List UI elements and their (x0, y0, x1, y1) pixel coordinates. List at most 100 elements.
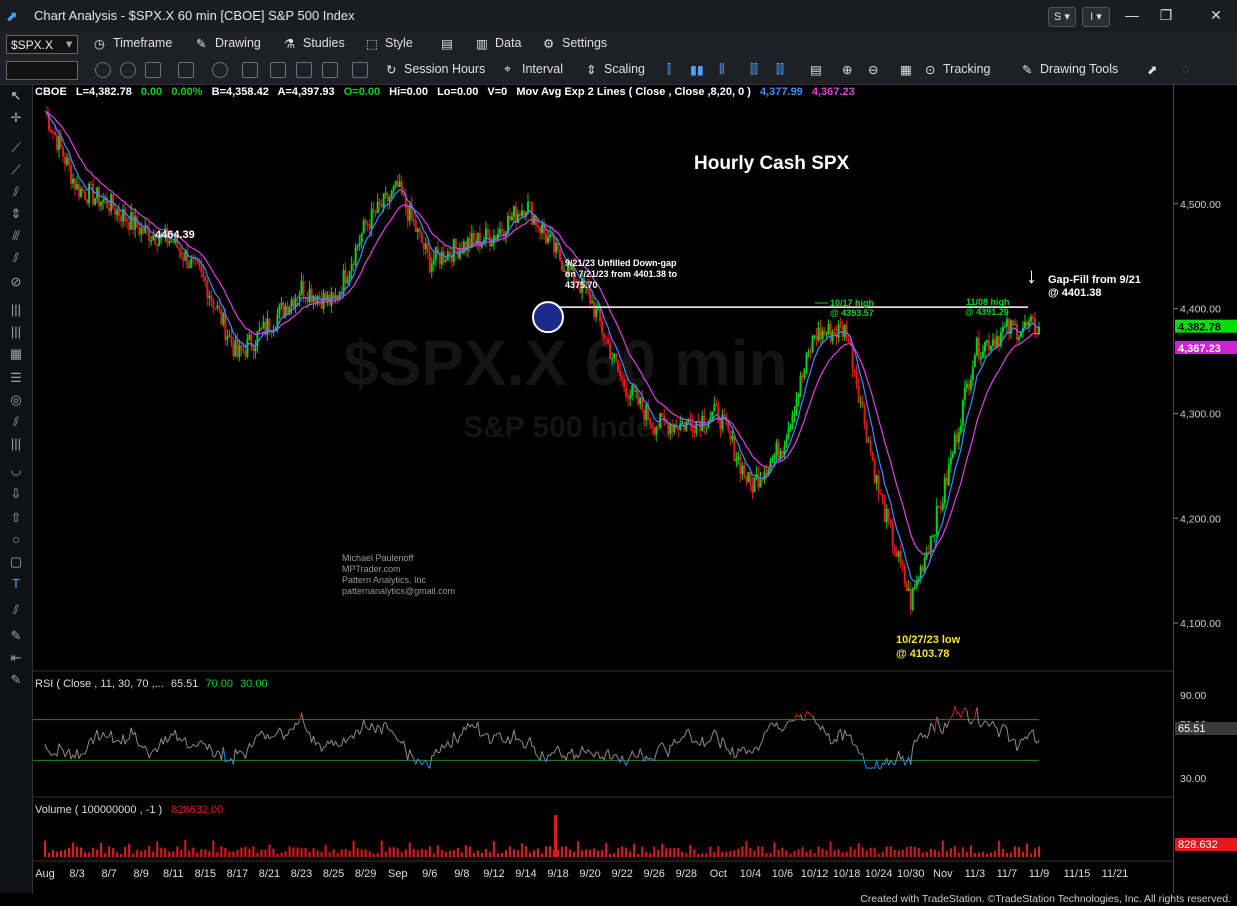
interval-icon[interactable]: ⌖ (504, 62, 511, 77)
candle-body (184, 251, 187, 261)
panel-icon[interactable]: ▤ (810, 62, 822, 77)
trendline-icon[interactable]: ⟋ (8, 141, 24, 155)
candle-body (132, 212, 135, 230)
candle-body (729, 430, 732, 440)
eraser-icon[interactable]: ✎ (8, 629, 24, 643)
minimize-icon[interactable]: — (1122, 5, 1142, 25)
rsi-segment (311, 735, 315, 743)
scaling-menu[interactable]: Scaling (604, 62, 645, 76)
target-icon[interactable]: ◎ (8, 393, 24, 407)
data-menu[interactable]: Data (495, 36, 521, 50)
print-icon[interactable] (296, 62, 312, 78)
gann-fan-icon[interactable]: ⫻ (8, 229, 24, 243)
drawing-icon[interactable]: ✎ (196, 36, 206, 51)
refresh-icon[interactable] (95, 62, 111, 78)
session-hours-menu[interactable]: Session Hours (404, 62, 485, 76)
window-icon[interactable] (145, 62, 161, 78)
freehand-icon[interactable]: ⫽ (8, 603, 24, 617)
style-icon[interactable]: ⬚ (366, 36, 378, 51)
andrews-pitchfork-icon[interactable]: ⫽ (8, 251, 24, 265)
rsi-segment (972, 716, 976, 722)
horizontal-lines-icon[interactable]: ☰ (8, 371, 24, 385)
scaling-icon[interactable]: ⇕ (586, 62, 596, 77)
candle-body (887, 508, 890, 520)
arc-icon[interactable]: ◡ (8, 463, 24, 477)
rsi-segment (377, 724, 380, 728)
drawing-tools-menu[interactable]: Drawing Tools (1040, 62, 1118, 76)
gap-circle-marker[interactable] (532, 301, 564, 334)
alert-icon[interactable] (270, 62, 286, 78)
style-menu[interactable]: Style (385, 36, 413, 50)
rsi-segment (190, 743, 194, 748)
regression-icon[interactable]: ⊘ (8, 275, 24, 289)
calendar-icon[interactable] (352, 62, 368, 78)
export-icon[interactable] (322, 62, 338, 78)
rsi-segment (136, 742, 140, 747)
candle-body (861, 401, 864, 406)
workspace-select[interactable] (6, 61, 78, 80)
restore-icon[interactable]: ❐ (1156, 5, 1176, 25)
interval-menu[interactable]: Interval (522, 62, 563, 76)
speed-line-icon[interactable]: ⇕ (8, 207, 24, 221)
candle-body (192, 258, 195, 260)
candle-body (64, 156, 67, 165)
rsi-segment (275, 732, 278, 736)
layout-icon[interactable]: ▤ (441, 36, 453, 51)
s-menu-button[interactable]: S ▾ (1048, 7, 1076, 27)
arrow-up-icon[interactable]: ⇧ (8, 511, 24, 525)
gear-icon[interactable]: ⚙ (543, 36, 554, 51)
grid-icon[interactable]: ▦ (900, 62, 912, 77)
data-icon[interactable]: ▥ (476, 36, 488, 51)
chart-pane[interactable]: $SPX.X 60 min S&P 500 Index CBOE L=4,382… (33, 85, 1173, 893)
edit-icon[interactable]: ✎ (8, 673, 24, 687)
studies-icon[interactable]: ⚗ (284, 36, 295, 51)
timeframe-menu[interactable]: Timeframe (113, 36, 172, 50)
rectangle-icon[interactable]: ▢ (8, 555, 24, 569)
zoom-out-bars-icon[interactable]: ⫿⫿ (776, 62, 784, 77)
tracking-menu[interactable]: Tracking (943, 62, 990, 76)
grid-tool-icon[interactable]: ▦ (8, 347, 24, 361)
tracking-icon[interactable]: ⊙ (925, 62, 935, 77)
pointer-icon[interactable]: ↖ (8, 89, 24, 103)
symbol-dropdown-icon[interactable]: ▾ (66, 36, 72, 51)
session-hours-icon[interactable]: ↻ (386, 62, 396, 77)
collapse-icon[interactable]: ⇤ (8, 651, 24, 665)
channel-icon[interactable]: ⫽ (8, 185, 24, 199)
crosshair-icon[interactable]: ✛ (8, 111, 24, 125)
line-type-icon[interactable]: ⫼ (719, 62, 725, 77)
rsi-segment (818, 724, 822, 731)
arrow-down-icon[interactable]: ⇩ (8, 487, 24, 501)
zoom-window-icon[interactable] (178, 62, 194, 78)
ellipse-icon[interactable]: ○ (8, 533, 24, 547)
link-icon[interactable] (212, 62, 228, 78)
fibonacci-icon[interactable]: ⟋ (8, 163, 24, 177)
fib-time-icon[interactable]: ||| (8, 325, 24, 339)
drawing-menu[interactable]: Drawing (215, 36, 261, 50)
settings-menu[interactable]: Settings (562, 36, 607, 50)
camera-icon[interactable] (242, 62, 258, 78)
candle-body (498, 229, 501, 234)
bar-type-icon[interactable]: ⫿ (667, 62, 671, 77)
volume-bar (741, 846, 744, 857)
studies-menu[interactable]: Studies (303, 36, 345, 50)
drawing-tools-icon[interactable]: ✎ (1022, 62, 1032, 77)
reload-icon[interactable] (120, 62, 136, 78)
new-window-icon[interactable]: ⬈ (1147, 62, 1157, 77)
text-tool-icon[interactable]: T (8, 577, 24, 591)
cycle-icon[interactable]: ⫽ (8, 415, 24, 429)
x-tick-label: Sep (388, 868, 408, 880)
timeframe-icon[interactable]: ◷ (94, 36, 105, 51)
price-axis-canvas[interactable]: 4,500.00 4,400.00 4,300.00 4,200.00 4,100.00… (1174, 85, 1237, 893)
zoom-in-icon[interactable]: ⊕ (842, 62, 852, 77)
zoom-out-icon[interactable]: ⊖ (868, 62, 878, 77)
bars-tool-icon[interactable]: ||| (8, 437, 24, 451)
price-axis[interactable]: 4,500.00 4,400.00 4,300.00 4,200.00 4,100.00… (1173, 85, 1237, 893)
rsi-segment (858, 752, 861, 755)
i-menu-button[interactable]: I ▾ (1082, 7, 1110, 27)
close-icon[interactable]: ✕ (1206, 5, 1226, 25)
chart-canvas[interactable]: $SPX.X 60 min S&P 500 Index CBOE L=4,382… (33, 85, 1173, 893)
chat-icon[interactable]: ◌ (1182, 62, 1189, 76)
zoom-in-bars-icon[interactable]: ⫿⫿ (750, 62, 758, 77)
vertical-line-icon[interactable]: ||| (8, 303, 24, 317)
candle-type-icon[interactable]: ▮▮ (690, 62, 704, 77)
